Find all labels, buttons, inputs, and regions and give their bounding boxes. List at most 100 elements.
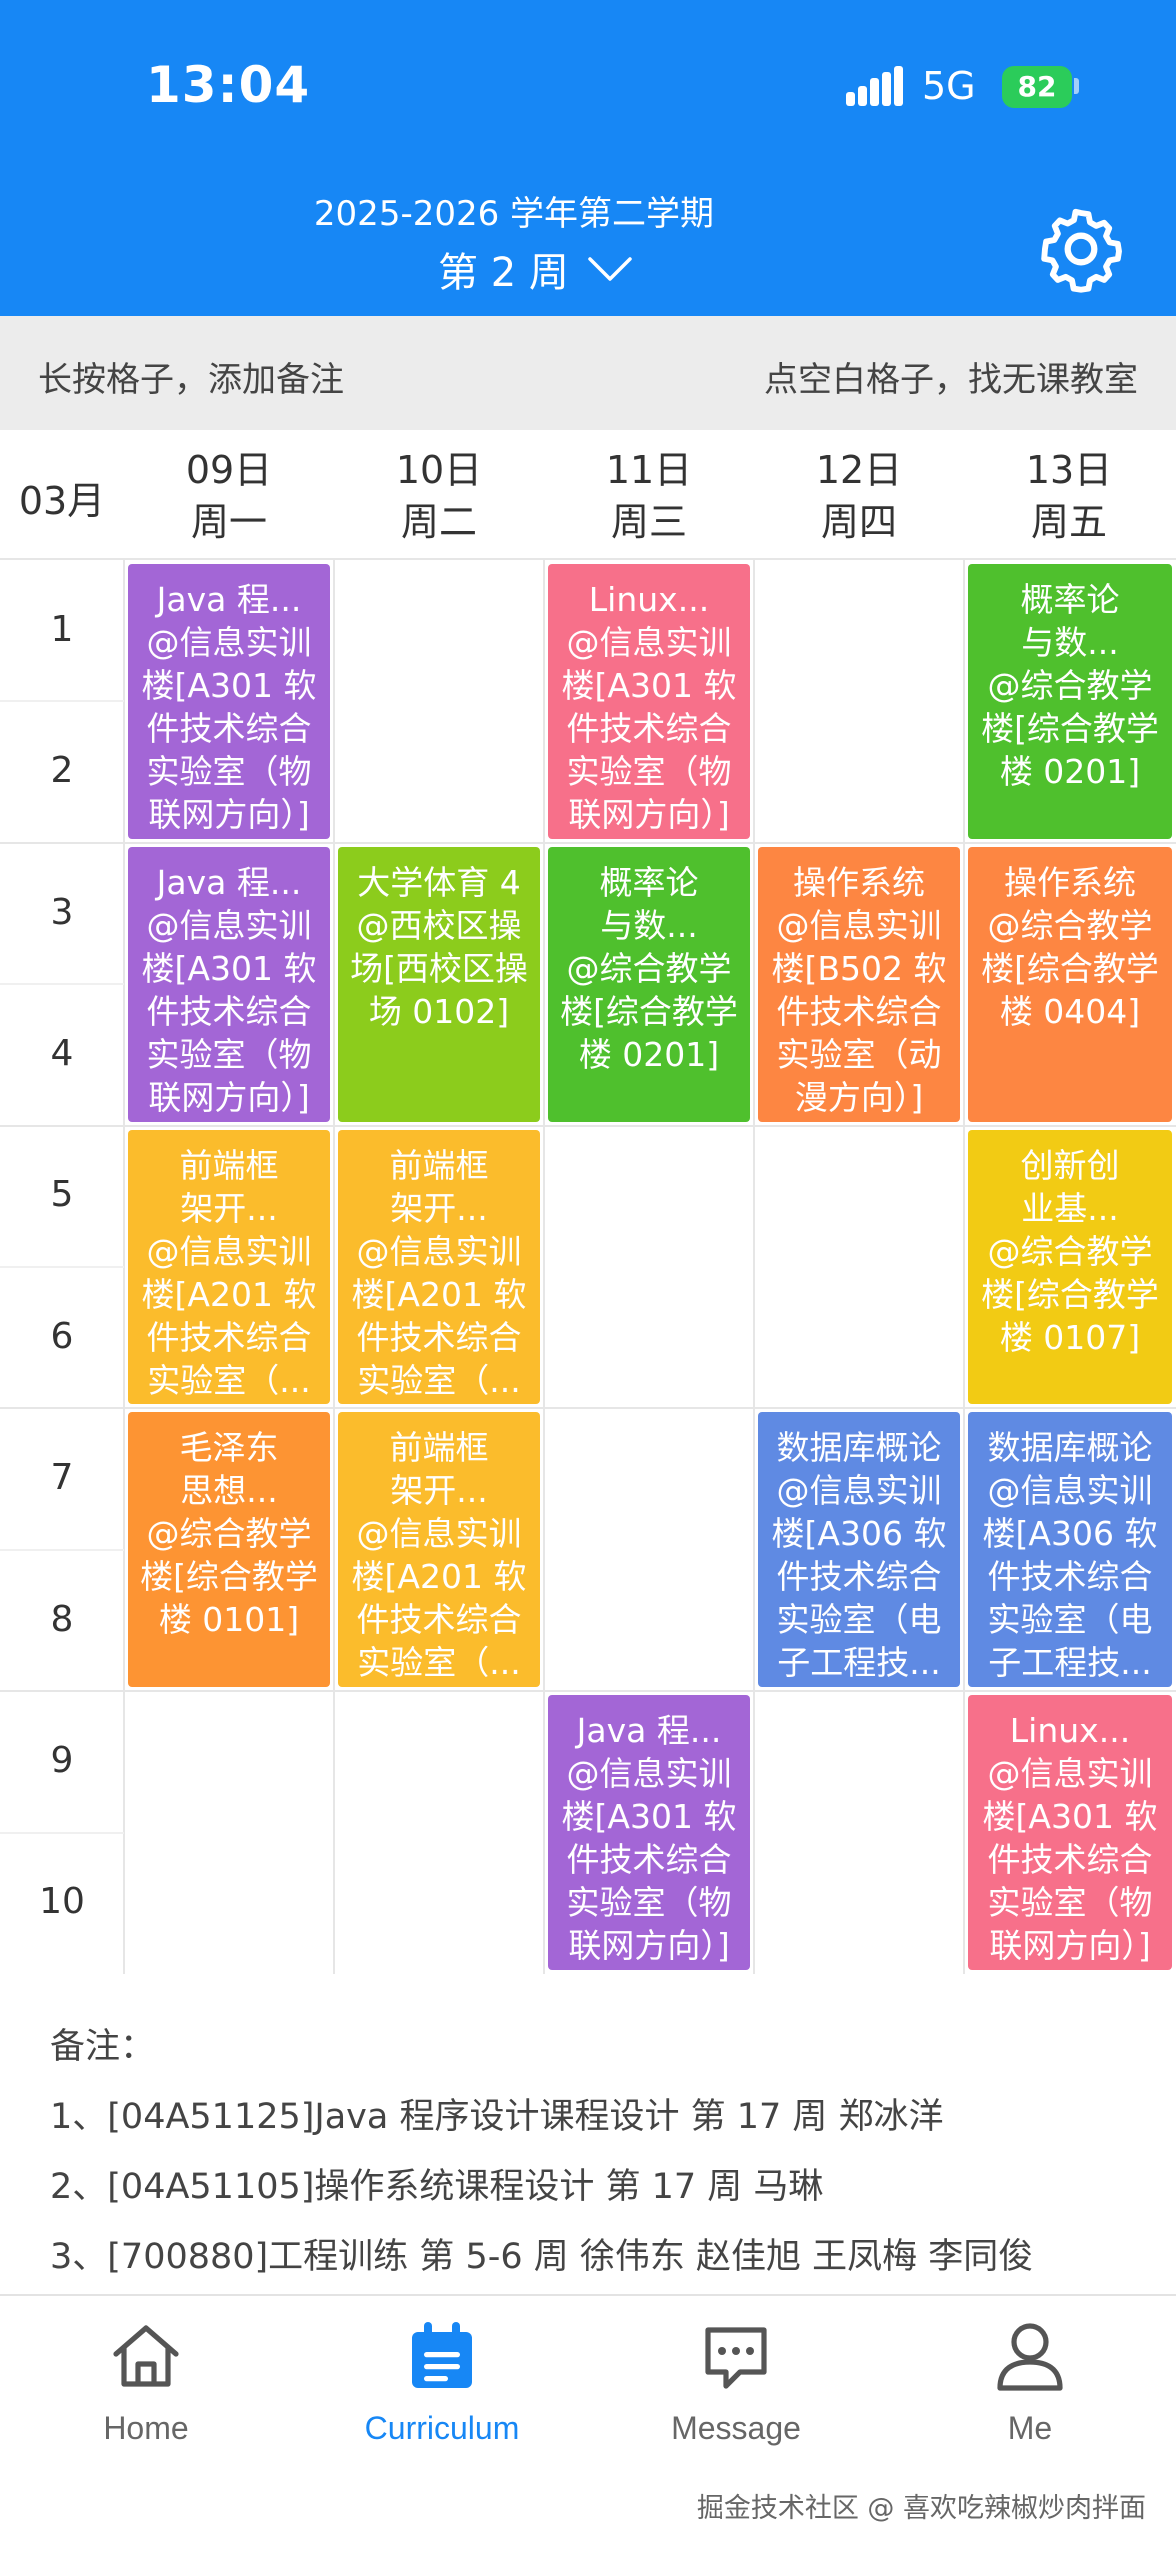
course-block[interactable]: 操作系统 @综合教学 楼[综合教学楼 0404] (968, 846, 1172, 1122)
course-text-line: 楼[综合教学 (981, 948, 1159, 988)
course-text-line: 楼[B502 软 (771, 948, 947, 988)
course-text-line: 操作系统 (793, 862, 925, 902)
week-label: 第 2 周 (438, 250, 569, 296)
course-text-line: 楼[综合教学 (981, 1274, 1159, 1314)
course-text-line: 架开... (390, 1188, 488, 1228)
course-text-line: 楼[A306 软 (982, 1514, 1158, 1554)
course-text-line: @信息实训 (987, 1471, 1153, 1511)
course-block[interactable]: Java 程... @信息实训 楼[A301 软件技术综合 实验室（物 联网方向）] (128, 846, 330, 1122)
course-text-line: 件技术综合 (146, 1317, 312, 1357)
course-text-line: 楼[A301 软 (561, 666, 737, 705)
course-block[interactable]: 操作系统 @信息实训 楼[B502 软件技术综合 实验室（动 漫方向）] (758, 846, 960, 1122)
course-text-line: 实验室（... (357, 1360, 521, 1400)
course-block[interactable]: 数据库概论 @信息实训 楼[A306 软件技术综合 实验室（电 子工程技... (968, 1412, 1172, 1688)
day-header: 09日 周一 (124, 444, 334, 548)
course-text-line: 楼[A301 软 (141, 666, 317, 705)
course-text-line: 实验室（电 (776, 1600, 942, 1640)
tab-message[interactable]: Message (636, 2316, 836, 2447)
day-date: 13日 (1025, 448, 1113, 492)
tab-home[interactable]: Home (46, 2316, 246, 2447)
notes-title: 备注： (50, 2027, 156, 2067)
week-selector[interactable]: 第 2 周 (438, 240, 633, 298)
month-label: 03月 (18, 479, 106, 523)
tab-me[interactable]: Me (930, 2316, 1130, 2447)
period-number: 1 (50, 608, 74, 650)
course-block[interactable]: 数据库概论 @信息实训 楼[A306 软件技术综合 实验室（电 子工程技... (758, 1412, 960, 1688)
day-date: 12日 (815, 448, 903, 492)
course-text-line: 子工程技... (777, 1643, 941, 1683)
course-text-line: 场[西校区操 (350, 948, 528, 988)
course-block[interactable]: Java 程... @信息实训 楼[A301 软件技术综合 实验室（物 联网方向）] (128, 564, 330, 839)
course-text-line: @信息实训 (146, 1231, 312, 1271)
semester-title: 2025-2026 学年第二学期 (313, 194, 715, 234)
calendar-icon (412, 2322, 472, 2388)
course-block[interactable]: Linux... @信息实训 楼[A301 软件技术综合 实验室（物 联网方向）] (968, 1695, 1172, 1970)
gear-icon[interactable] (1034, 202, 1128, 296)
course-block[interactable]: 毛泽东 思想... @综合教学 楼[综合教学楼 0101] (128, 1412, 330, 1688)
course-text-line: Java 程... (156, 580, 302, 619)
course-block[interactable]: Java 程... @信息实训 楼[A301 软件技术综合 实验室（物 联网方向）] (548, 1695, 750, 1970)
course-text-line: 与数... (600, 905, 698, 945)
grid-column-line (333, 560, 335, 1974)
course-text-line: 楼[A301 软 (141, 948, 317, 988)
course-text-line: Java 程... (156, 862, 302, 902)
course-text-line: @信息实训 (146, 905, 312, 945)
course-text-line: 楼 0404] (999, 991, 1141, 1031)
grid-row-line (0, 1124, 1176, 1127)
day-weekday: 周二 (400, 500, 477, 544)
course-text-line: 前端框 (179, 1145, 279, 1185)
course-text-line: 件技术综合 (146, 709, 312, 748)
course-text-line: 楼[综合教学 (981, 709, 1159, 748)
course-text-line: 件技术综合 (566, 1840, 732, 1880)
status-time: 13:04 (146, 56, 311, 114)
course-text-line: 子工程技... (988, 1643, 1152, 1683)
user-icon (997, 2323, 1063, 2391)
period-number: 7 (50, 1457, 74, 1499)
grid-row-line (0, 841, 1176, 844)
course-text-line: 件技术综合 (987, 1840, 1153, 1880)
course-text-line: 实验室（物 (146, 752, 312, 791)
tips-bar: 长按格子，添加备注 点空白格子，找无课教室 (0, 316, 1176, 430)
course-text-line: 楼 0201] (578, 1034, 720, 1074)
course-block[interactable]: 大学体育 4 @西校区操 场[西校区操场 0102] (338, 846, 540, 1122)
course-text-line: 联网方向）] (568, 1926, 730, 1966)
grid-row-line (0, 1266, 124, 1268)
period-number: 10 (39, 1881, 85, 1923)
tab-label: Me (1007, 2410, 1053, 2446)
course-text-line: 漫方向）] (794, 1077, 924, 1117)
course-block[interactable]: 前端框 架开... @信息实训 楼[A201 软件技术综合 实验室（... (338, 1412, 540, 1688)
course-block[interactable]: 创新创 业基... @综合教学 楼[综合教学楼 0107] (968, 1129, 1172, 1405)
course-text-line: 联网方向）] (148, 795, 310, 834)
course-text-line: 楼[A201 软 (351, 1274, 527, 1314)
course-block[interactable]: 概率论 与数... @综合教学 楼[综合教学楼 0201] (548, 846, 750, 1122)
note-item: 2、[04A51105]操作系统课程设计 第 17 周 马琳 (50, 2167, 824, 2207)
message-icon (705, 2327, 767, 2389)
tab-curriculum[interactable]: Curriculum (342, 2316, 542, 2447)
course-text-line: 楼 0101] (158, 1600, 300, 1640)
tip-long-press: 长按格子，添加备注 (38, 360, 344, 400)
course-text-line: 件技术综合 (356, 1600, 522, 1640)
tab-label: Home (103, 2410, 189, 2446)
course-block[interactable]: 前端框 架开... @信息实训 楼[A201 软件技术综合 实验室（... (338, 1129, 540, 1405)
course-text-line: @信息实训 (776, 1471, 942, 1511)
timetable-grid[interactable]: 1 2 3 4 5 6 7 8 9 10 Java 程... @信息实训 楼[A301 软件技术综合 实验… (0, 558, 1176, 1974)
grid-row-line (0, 700, 124, 703)
course-text-line: 联网方向）] (568, 795, 730, 834)
course-text-line: 数据库概论 (776, 1428, 942, 1468)
course-text-line: 操作系统 (1004, 862, 1136, 902)
period-number: 4 (50, 1032, 74, 1074)
battery-tip (1074, 78, 1079, 94)
period-number: 8 (50, 1598, 74, 1640)
course-text-line: 楼[A306 软 (771, 1514, 947, 1554)
course-text-line: @信息实训 (776, 905, 942, 945)
network-type: 5G (922, 64, 976, 108)
period-number: 9 (50, 1739, 74, 1781)
grid-column-line (543, 560, 545, 1974)
course-block[interactable]: 概率论 与数... @综合教学 楼[综合教学楼 0201] (968, 564, 1172, 839)
home-icon (113, 2325, 179, 2387)
course-block[interactable]: 前端框 架开... @信息实训 楼[A201 软件技术综合 实验室（... (128, 1129, 330, 1405)
tab-label: Curriculum (364, 2410, 520, 2446)
course-text-line: 楼[综合教学 (560, 991, 738, 1031)
period-number: 3 (50, 891, 74, 933)
course-block[interactable]: Linux... @信息实训 楼[A301 软件技术综合 实验室（物 联网方向）] (548, 564, 750, 839)
